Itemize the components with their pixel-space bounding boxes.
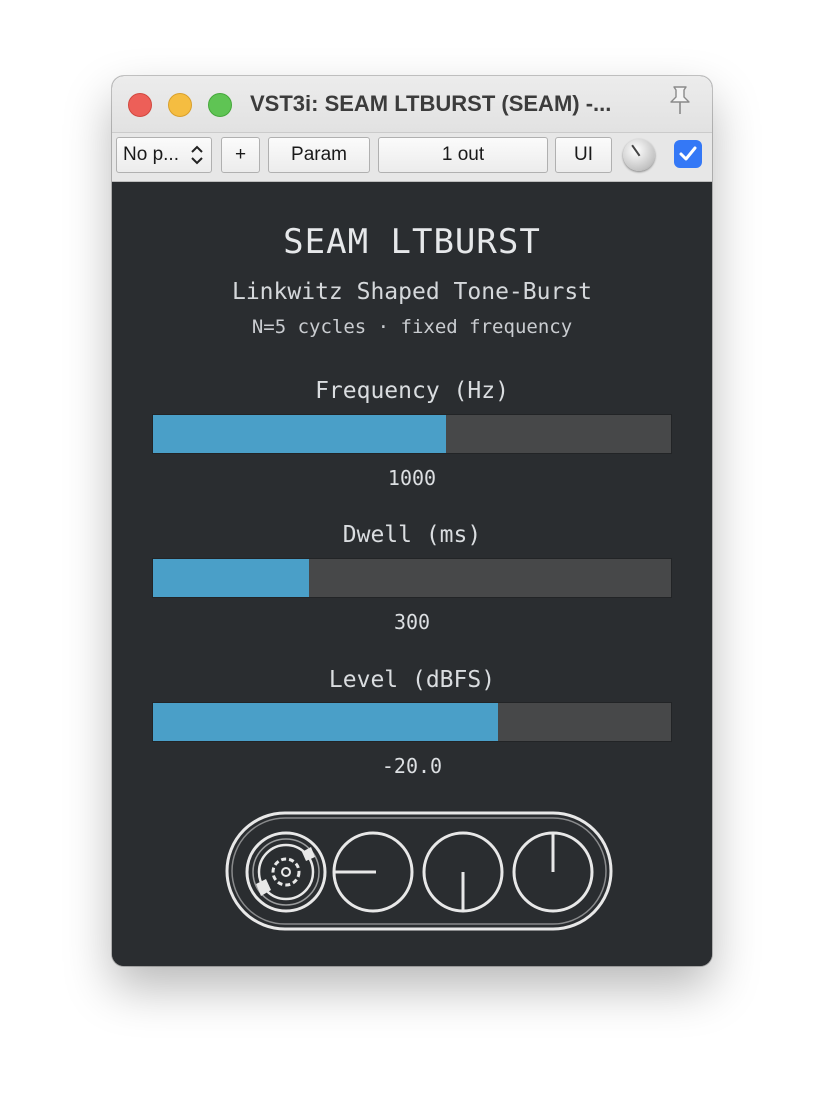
logo-circle-left-icon <box>332 831 414 913</box>
pin-icon[interactable] <box>662 82 698 118</box>
level-slider[interactable] <box>152 702 672 742</box>
plugin-title: SEAM LTBURST <box>283 222 541 262</box>
plugin-panel: SEAM LTBURST Linkwitz Shaped Tone-Burst … <box>112 182 712 966</box>
logo-circle-up-icon <box>512 831 594 913</box>
enable-checkbox[interactable] <box>674 140 702 168</box>
reel-logo-icon <box>245 831 327 913</box>
close-button[interactable] <box>128 93 152 117</box>
add-button[interactable]: + <box>221 137 260 173</box>
frequency-label: Frequency (Hz) <box>315 378 509 404</box>
dwell-value: 300 <box>393 610 431 634</box>
level-value: -20.0 <box>381 754 443 778</box>
plugin-note: N=5 cycles · fixed frequency <box>251 316 573 338</box>
plugin-subtitle: Linkwitz Shaped Tone-Burst <box>231 279 593 305</box>
level-slider-fill <box>153 703 498 741</box>
dwell-slider[interactable] <box>152 558 672 598</box>
io-button[interactable]: 1 out <box>378 137 548 173</box>
title-bar[interactable]: VST3i: SEAM LTBURST (SEAM) -... <box>112 76 712 132</box>
frequency-slider-fill <box>153 415 447 453</box>
param-button[interactable]: Param <box>268 137 370 173</box>
seam-logo <box>225 811 613 931</box>
zoom-button[interactable] <box>208 93 232 117</box>
level-label: Level (dBFS) <box>328 667 496 693</box>
logo-circle-down-icon <box>422 831 504 913</box>
wet-knob[interactable] <box>623 139 655 171</box>
plugin-window: VST3i: SEAM LTBURST (SEAM) -... No p... … <box>112 76 712 966</box>
checkmark-icon <box>679 146 697 161</box>
ui-button[interactable]: UI <box>555 137 612 173</box>
dwell-slider-fill <box>153 559 310 597</box>
dwell-label: Dwell (ms) <box>342 522 482 548</box>
minimize-button[interactable] <box>168 93 192 117</box>
preset-label: No p... <box>123 144 179 165</box>
preset-select[interactable]: No p... <box>116 137 212 173</box>
frequency-value: 1000 <box>387 466 437 490</box>
window-title: VST3i: SEAM LTBURST (SEAM) -... <box>250 91 612 116</box>
toolbar: No p... + Param 1 out UI <box>112 132 712 182</box>
frequency-slider[interactable] <box>152 414 672 454</box>
chevron-updown-icon <box>191 145 203 165</box>
